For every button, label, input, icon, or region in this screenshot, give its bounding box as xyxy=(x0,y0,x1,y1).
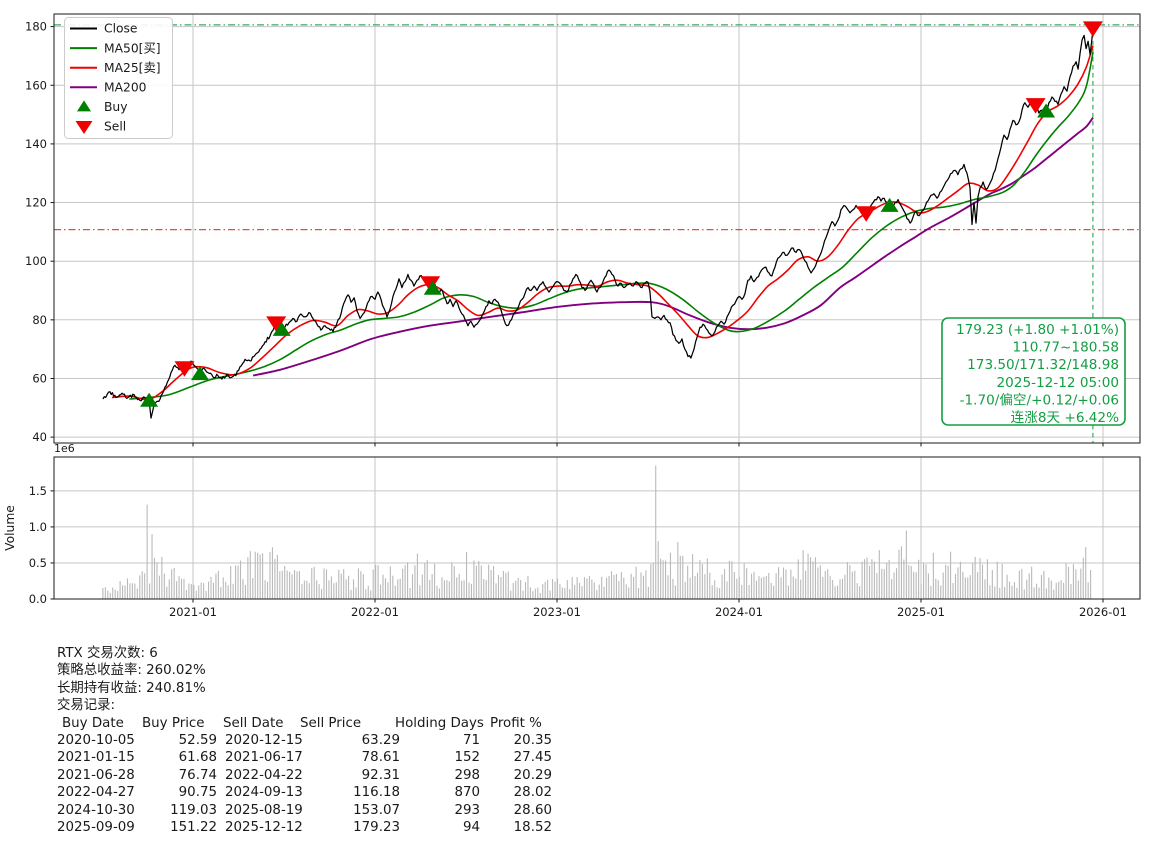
volume-y-tick-label: 0.5 xyxy=(29,556,47,570)
quote-annotation: 179.23 (+1.80 +1.01%) 110.77~180.58173.50… xyxy=(941,317,1126,426)
trade-cell: 94 xyxy=(462,819,480,835)
trade-table: Buy Date Buy Price Sell Date Sell Price Hold… xyxy=(0,715,1152,837)
trade-cell: 116.18 xyxy=(353,785,400,801)
trade-cell: 298 xyxy=(454,767,480,783)
trade-cell: 63.29 xyxy=(361,732,400,748)
trade-cell: 61.68 xyxy=(178,750,217,766)
x-tick-label: 2026-01 xyxy=(1079,605,1127,619)
annotation-line: 173.50/171.32/148.98 xyxy=(967,357,1119,373)
x-tick-label: 2021-01 xyxy=(169,605,217,619)
trade-cell: 71 xyxy=(462,732,480,748)
trade-cell: 119.03 xyxy=(170,802,217,818)
annotation-line: 连涨8天 +6.42% xyxy=(1011,410,1119,426)
legend-label: MA25[卖] xyxy=(104,61,161,75)
trade-cell: 90.75 xyxy=(178,785,217,801)
volume-scale-label: 1e6 xyxy=(54,442,75,455)
volume-y-tick-label: 1.5 xyxy=(29,484,47,498)
sell-marker xyxy=(1082,21,1103,37)
x-tick-label: 2023-01 xyxy=(533,605,581,619)
trade-cell: 28.60 xyxy=(513,802,552,818)
trade-cell: 2024-09-13 xyxy=(225,785,303,801)
volume-bars xyxy=(102,465,1092,599)
trade-cell: 2020-12-15 xyxy=(225,732,303,748)
sell-marker xyxy=(174,361,195,377)
annotation-line: -1.70/偏空/+0.12/+0.06 xyxy=(960,392,1119,408)
trade-cell: 2025-12-12 xyxy=(225,819,303,835)
header-cell: Buy Price xyxy=(142,715,205,731)
main-y-tick-label: 160 xyxy=(25,78,47,92)
trade-cell: 2022-04-27 xyxy=(57,785,135,801)
trade-cell: 153.07 xyxy=(353,802,400,818)
main-y-tick-label: 40 xyxy=(32,430,47,444)
trade-row: 2024-10-30 119.03 2025-08-19 153.07 293 28.60 xyxy=(0,802,1152,819)
main-y-tick-label: 60 xyxy=(32,371,47,385)
main-y-tick-label: 100 xyxy=(25,254,47,268)
trade-cell: 76.74 xyxy=(178,767,217,783)
legend-label: MA50[买] xyxy=(104,41,161,55)
legend-label: MA200 xyxy=(104,81,147,95)
trade-cell: 92.31 xyxy=(361,767,400,783)
trade-cell: 870 xyxy=(454,785,480,801)
x-tick-label: 2025-01 xyxy=(897,605,945,619)
trade-cell: 52.59 xyxy=(178,732,217,748)
sell-marker xyxy=(856,206,877,222)
stock-strategy-figure: 40 60 80 100 120 140 160 180 0.0 0.5 1.0 1.5 2021-01… xyxy=(0,0,1152,849)
summary-trade-log-label: 交易记录: xyxy=(57,698,116,714)
strategy-summary-block: RTX 交易次数: 6 策略总收益率: 260.02% 长期持有收益: 240.… xyxy=(0,645,1152,836)
header-cell: Holding Days xyxy=(395,715,484,731)
trade-cell: 151.22 xyxy=(170,819,217,835)
trade-cell: 2025-08-19 xyxy=(225,802,303,818)
trade-cell: 152 xyxy=(454,750,480,766)
x-tick-label: 2024-01 xyxy=(715,605,763,619)
main-y-tick-label: 180 xyxy=(25,20,47,34)
trade-cell: 2021-01-15 xyxy=(57,750,135,766)
header-cell: Sell Date xyxy=(223,715,284,731)
volume-y-tick-label: 0.0 xyxy=(29,592,47,606)
header-cell: Buy Date xyxy=(62,715,124,731)
summary-hold-return: 长期持有收益: 240.81% xyxy=(57,680,206,696)
trade-cell: 2025-09-09 xyxy=(57,819,135,835)
summary-trade-count: RTX 交易次数: 6 xyxy=(57,646,158,661)
trade-cell: 293 xyxy=(454,802,480,818)
volume-axis-label: Volume xyxy=(3,505,17,551)
trade-row: 2021-01-15 61.68 2021-06-17 78.61 152 27.45 xyxy=(0,749,1152,766)
legend-label: Buy xyxy=(104,100,128,114)
axes: 40 60 80 100 120 140 160 180 0.0 0.5 1.0 1.5 2021-01… xyxy=(3,13,1141,619)
gridlines xyxy=(54,14,1140,600)
trade-cell: 2021-06-17 xyxy=(225,750,303,766)
trade-cell: 20.35 xyxy=(513,732,552,748)
trade-cell: 18.52 xyxy=(513,819,552,835)
annotation-line: 2025-12-12 05:00 xyxy=(997,375,1120,391)
trade-row: 2020-10-05 52.59 2020-12-15 63.29 71 20.35 xyxy=(0,732,1152,749)
main-y-tick-label: 120 xyxy=(25,196,47,210)
trade-cell: 2020-10-05 xyxy=(57,732,135,748)
trade-cell: 2021-06-28 xyxy=(57,767,135,783)
header-cell: Sell Price xyxy=(300,715,362,731)
trade-cell: 28.02 xyxy=(513,785,552,801)
annotation-line: 110.77~180.58 xyxy=(1012,340,1119,356)
legend-label: Sell xyxy=(104,120,126,134)
trade-cell: 2022-04-22 xyxy=(225,767,303,783)
trade-cell: 2024-10-30 xyxy=(57,802,135,818)
trade-cell: 20.29 xyxy=(513,767,552,783)
trade-row: 2025-09-09 151.22 2025-12-12 179.23 94 18.52 xyxy=(0,819,1152,836)
trade-row: 2021-06-28 76.74 2022-04-22 92.31 298 20.29 xyxy=(0,767,1152,784)
legend: Close MA50[买] MA25[卖] MA200 Buy Sell xyxy=(64,17,173,139)
trade-row: 2022-04-27 90.75 2024-09-13 116.18 870 28.02 xyxy=(0,784,1152,801)
trade-cell: 27.45 xyxy=(513,750,552,766)
volume-y-tick-label: 1.0 xyxy=(29,520,47,534)
annotation-line: 179.23 (+1.80 +1.01%) xyxy=(956,322,1119,338)
price-volume-chart: 40 60 80 100 120 140 160 180 0.0 0.5 1.0 1.5 2021-01… xyxy=(3,13,1141,619)
header-cell: Profit % xyxy=(490,715,542,731)
trade-cell: 78.61 xyxy=(361,750,400,766)
trade-table-header: Buy Date Buy Price Sell Date Sell Price Hold… xyxy=(0,715,1152,732)
x-tick-label: 2022-01 xyxy=(351,605,399,619)
main-y-tick-label: 140 xyxy=(25,137,47,151)
main-y-tick-label: 80 xyxy=(32,313,47,327)
summary-strategy-return: 策略总收益率: 260.02% xyxy=(57,663,206,679)
trade-cell: 179.23 xyxy=(353,819,400,835)
legend-label: Close xyxy=(104,22,138,36)
